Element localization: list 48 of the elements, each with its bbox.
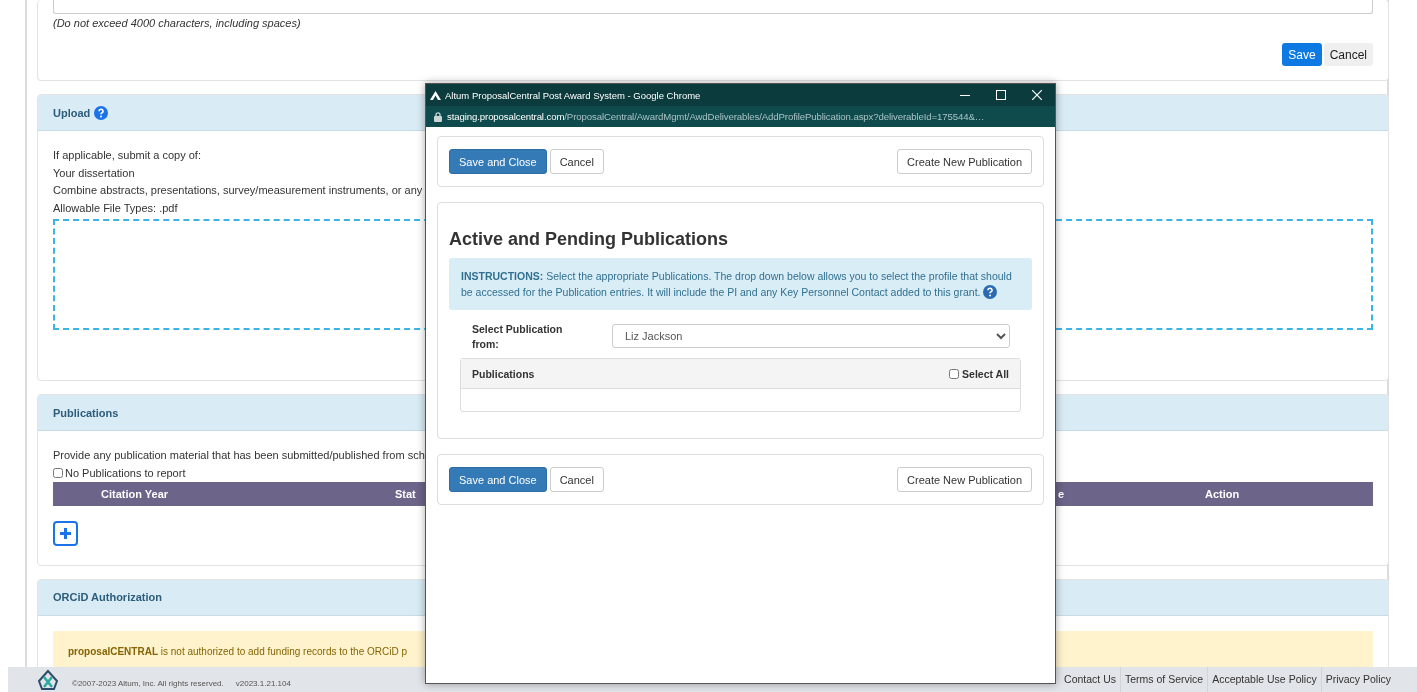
column-header: Action xyxy=(1205,487,1240,500)
checkbox-label: Select All xyxy=(962,367,1009,380)
page-heading: Active and Pending Publications xyxy=(449,229,730,250)
maximize-icon xyxy=(996,90,1006,100)
character-limit-note: (Do not exceed 4000 characters, including spaces) xyxy=(53,17,302,29)
profile-dropdown[interactable]: Liz Jackson xyxy=(612,324,1010,348)
plus-icon xyxy=(58,525,73,541)
version-text: v2023.1.21.104 xyxy=(235,679,291,688)
create-publication-button[interactable]: Create New Publication xyxy=(897,467,1032,492)
footer-link[interactable]: Acceptable Use Policy xyxy=(1207,667,1321,692)
window-title: Altum ProposalCentral Post Award System - Google Chrome xyxy=(445,89,701,101)
section-title: Upload xyxy=(53,106,91,119)
column-header: Citation Year xyxy=(101,487,169,500)
instruction-text: Allowable File Types: .pdf xyxy=(53,200,178,216)
section-title: ORCiD Authorization xyxy=(53,591,162,603)
save-and-close-button[interactable]: Save and Close xyxy=(449,467,547,492)
instruction-text: Your dissertation xyxy=(53,165,135,181)
cancel-button[interactable]: Cancel xyxy=(549,467,604,492)
save-button[interactable]: Save xyxy=(1282,43,1322,66)
cancel-button[interactable]: Cancel xyxy=(1323,43,1373,66)
url-text: staging.proposalcentral.com/ProposalCentral/AwardMgmt/AwdDeliverables/AddProfilePublication.aspx?deliverableId=175544&… xyxy=(447,111,985,122)
instructions-box: INSTRUCTIONS: Select the appropriate Publications. The drop down below allows you to select the profile that should be accessed for the Publication entries. It will include the PI and any Key Personnel Contact added to this grant. xyxy=(449,258,1032,310)
add-button[interactable] xyxy=(53,520,78,546)
instruction-text: Provide any publication material that has been submitted/published from sch xyxy=(53,448,425,463)
field-label: Select Publication from: xyxy=(472,322,564,352)
copyright-text: ©2007-2023 Altum, Inc. All rights reserved. xyxy=(72,679,224,688)
textarea-field[interactable] xyxy=(53,0,1373,14)
address-bar[interactable]: staging.proposalcentral.com/ProposalCentral/AwardMgmt/AwdDeliverables/AddProfilePublication.aspx?deliverableId=175544&… xyxy=(426,106,1055,127)
instruction-text: Combine abstracts, presentations, survey/measurement instruments, or any xyxy=(53,183,423,198)
checkbox-label: No Publications to report xyxy=(65,465,186,481)
help-icon[interactable] xyxy=(94,105,109,120)
close-icon xyxy=(1032,90,1042,100)
lock-icon xyxy=(434,111,442,122)
column-header: Publications xyxy=(472,367,535,380)
save-and-close-button[interactable]: Save and Close xyxy=(449,149,547,174)
column-header: Stat xyxy=(395,487,416,500)
checkbox[interactable] xyxy=(949,368,960,379)
checkbox[interactable] xyxy=(53,468,63,478)
logo-icon xyxy=(430,90,441,100)
create-publication-button[interactable]: Create New Publication xyxy=(897,149,1032,174)
footer-link[interactable]: Terms of Service xyxy=(1120,667,1208,692)
column-header: e xyxy=(1058,487,1065,500)
instruction-text: If applicable, submit a copy of: xyxy=(53,148,201,163)
footer-link[interactable]: Privacy Policy xyxy=(1320,667,1395,692)
section-title: Publications xyxy=(53,406,119,419)
logo-icon xyxy=(36,668,60,691)
cancel-button[interactable]: Cancel xyxy=(549,149,604,174)
help-icon[interactable] xyxy=(983,285,998,299)
